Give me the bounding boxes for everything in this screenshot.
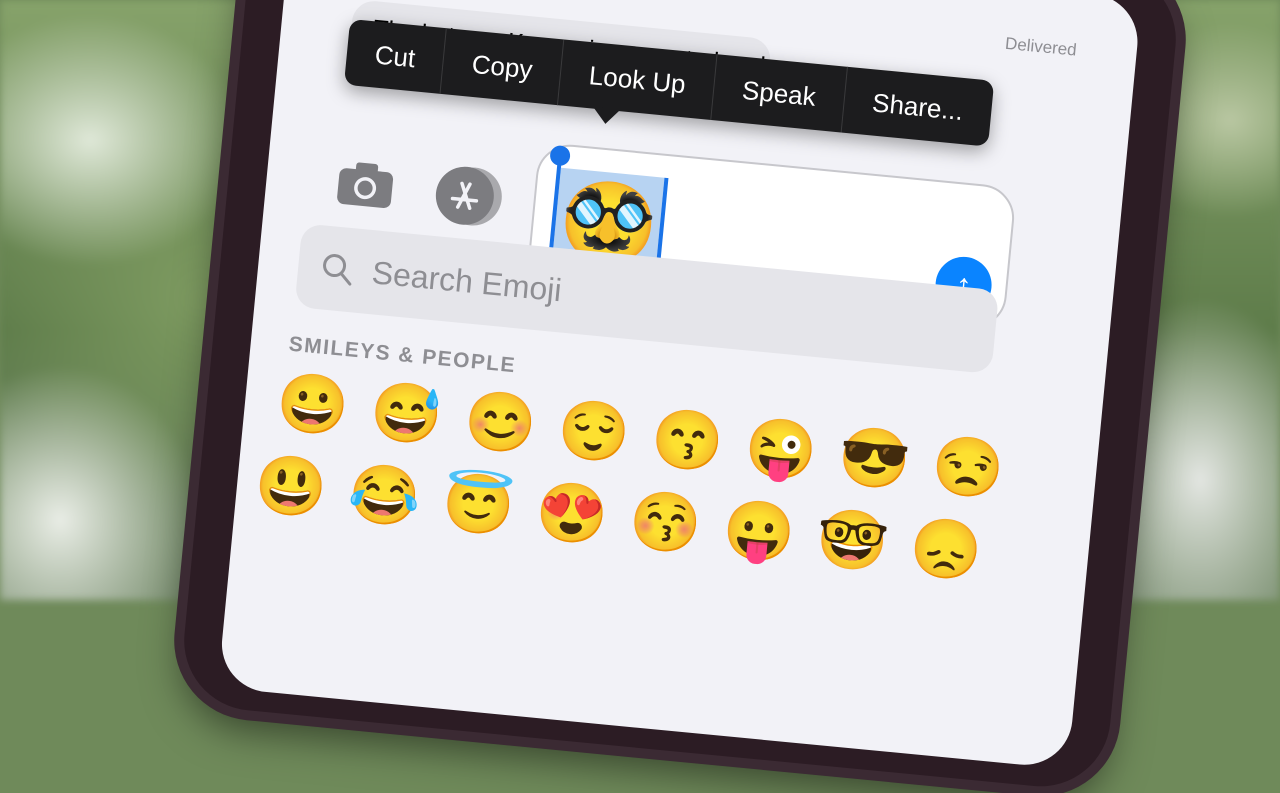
menu-speak[interactable]: Speak <box>711 54 848 133</box>
camera-icon <box>337 162 394 208</box>
emoji-key[interactable]: 😂 <box>343 455 426 538</box>
app-store-icon <box>450 181 479 210</box>
emoji-key[interactable]: 😀 <box>272 364 355 447</box>
search-placeholder: Search Emoji <box>370 253 564 308</box>
camera-button[interactable] <box>334 152 397 215</box>
menu-share[interactable]: Share... <box>841 67 994 147</box>
emoji-key[interactable]: 😅 <box>365 373 448 456</box>
emoji-key[interactable]: 😇 <box>437 464 520 547</box>
emoji-key[interactable]: 😞 <box>905 509 988 592</box>
menu-pointer <box>591 106 621 126</box>
menu-copy[interactable]: Copy <box>440 28 565 106</box>
emoji-key[interactable]: 😒 <box>927 427 1010 510</box>
search-icon <box>323 254 352 286</box>
emoji-key[interactable]: 😙 <box>646 400 729 483</box>
emoji-grid: 😀 😅 😊 😌 😙 😜 😎 😒 😃 😂 😇 😍 😚 😛 🤓 😞 <box>252 364 1056 606</box>
emoji-key[interactable]: 😍 <box>530 473 613 556</box>
emoji-key[interactable]: 🤓 <box>811 500 894 583</box>
emoji-key[interactable]: 😎 <box>833 418 916 501</box>
emoji-key[interactable]: 😜 <box>739 409 822 492</box>
emoji-key[interactable]: 😛 <box>717 491 800 574</box>
selection-knob-start[interactable] <box>549 144 572 167</box>
emoji-key[interactable]: 😃 <box>250 446 333 529</box>
menu-cut[interactable]: Cut <box>343 18 448 94</box>
emoji-key[interactable]: 😊 <box>459 382 542 465</box>
phone-frame: Delivered The hate on Kuzma is warranted… <box>177 0 1183 793</box>
menu-look-up[interactable]: Look Up <box>558 39 718 120</box>
emoji-key[interactable]: 😚 <box>624 482 707 565</box>
delivered-status: Delivered <box>1004 33 1078 60</box>
messages-screen: Delivered The hate on Kuzma is warranted… <box>217 0 1142 770</box>
emoji-key[interactable]: 😌 <box>552 391 635 474</box>
